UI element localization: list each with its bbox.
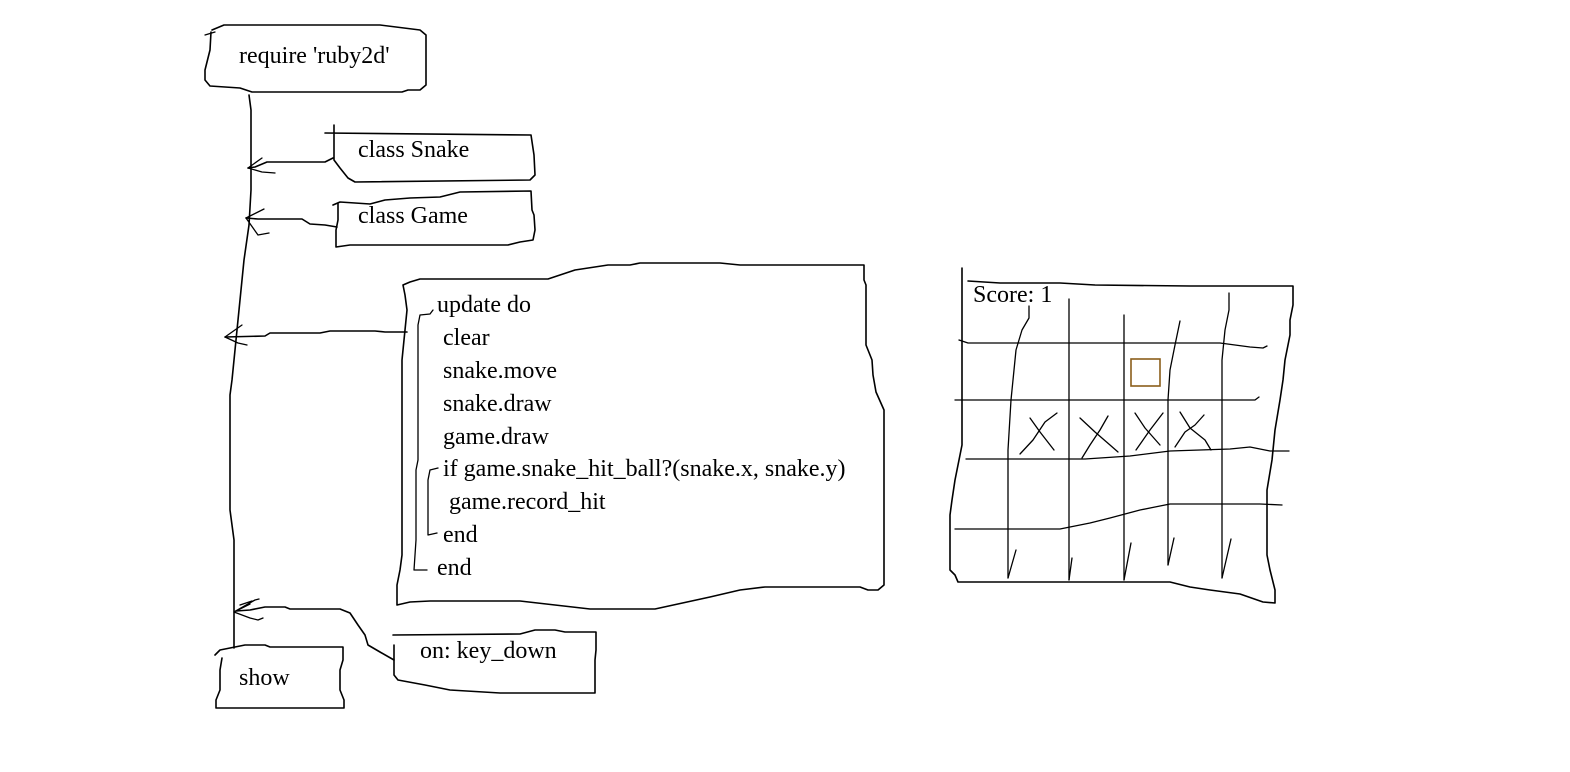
update-line-6: if game.snake_hit_ball?(snake.x, snake.y… [443, 456, 846, 482]
snake-segment-mark-3 [1134, 412, 1164, 451]
grid-line-h4 [954, 503, 1283, 530]
key-down-node: on: key_down [392, 629, 597, 694]
update-block-node: update do clear snake.move snake.draw ga… [396, 262, 885, 610]
spine-line [229, 94, 252, 649]
grid-line-h1 [958, 339, 1268, 349]
update-line-2: clear [443, 325, 490, 351]
show-node: show [214, 644, 345, 709]
game-window-sketch: Score: 1 [949, 267, 1294, 604]
game-class-node: class Game [332, 190, 536, 248]
require-label: require 'ruby2d' [239, 43, 390, 69]
ball-square [1130, 358, 1161, 387]
game-class-label: class Game [358, 203, 468, 229]
grid-line-h3 [965, 446, 1290, 460]
snake-connector-arrow [247, 157, 334, 174]
score-label: Score: 1 [973, 282, 1052, 308]
snake-class-node: class Snake [324, 124, 536, 183]
bottom-tick-1 [1007, 549, 1017, 579]
snake-segment-mark-1 [1019, 412, 1058, 455]
game-connector-arrow [245, 208, 338, 236]
require-node: require 'ruby2d' [204, 24, 427, 93]
show-label: show [239, 665, 290, 691]
grid-line-h2 [954, 396, 1260, 401]
update-line-9: end [437, 555, 472, 581]
update-line-8: end [443, 522, 478, 548]
update-line-1: update do [437, 292, 531, 318]
update-line-5: game.draw [443, 424, 550, 450]
key-down-connector-arrow [233, 598, 395, 661]
key-down-label: on: key_down [420, 638, 557, 664]
update-line-7: game.record_hit [449, 489, 606, 515]
snake-segment-mark-4 [1174, 411, 1212, 451]
bottom-tick-4 [1167, 537, 1175, 566]
bottom-tick-5 [1221, 538, 1232, 579]
grid-line-v1 [1007, 305, 1030, 579]
update-line-4: snake.draw [443, 391, 552, 417]
diagram-canvas: require 'ruby2d' class Snake class Game … [204, 24, 1294, 709]
update-connector-arrow [224, 324, 408, 346]
snake-class-label: class Snake [358, 137, 469, 163]
snake-segment-mark-2 [1079, 415, 1119, 459]
bottom-tick-3 [1123, 542, 1132, 581]
grid-line-v5 [1221, 292, 1230, 579]
update-line-3: snake.move [443, 358, 557, 384]
